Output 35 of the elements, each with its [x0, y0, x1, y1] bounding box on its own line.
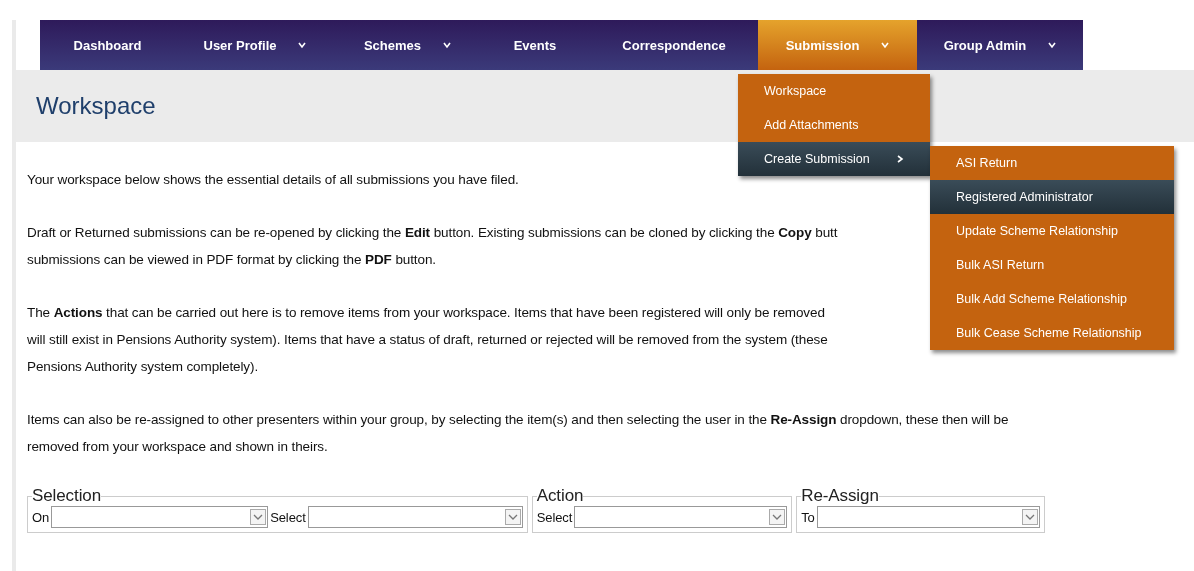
group-legend: Selection	[32, 486, 102, 506]
menu-item[interactable]: ASI Return	[930, 146, 1174, 180]
dropdown-field[interactable]	[816, 506, 1040, 528]
menu-item[interactable]: Workspace	[738, 74, 930, 108]
field-label: To	[801, 509, 815, 525]
field-label: On	[32, 509, 50, 525]
menu-item[interactable]: Add Attachments	[738, 108, 930, 142]
page-title: Workspace	[36, 92, 156, 120]
paragraph-text: Pensions Authority system completely).	[27, 359, 259, 374]
dropdown-field[interactable]	[51, 506, 269, 528]
paragraph-text: will still exist in Pensions Authority system). Items that have a status of draft, returned or rejected will be removed from the system (these	[27, 332, 828, 347]
dropdown-field[interactable]	[574, 506, 788, 528]
menu-item[interactable]: Bulk ASI Return	[930, 248, 1174, 282]
menu-item[interactable]: Bulk Cease Scheme Relationship	[930, 316, 1174, 350]
paragraph-text: Items can also be re-assigned to other presenters within your group, by selecting the item(s) and then selecting the user in the Re-Assign dropdown, these then will be	[27, 412, 1009, 427]
field-label: Select	[536, 509, 573, 525]
dropdown-field[interactable]	[307, 506, 523, 528]
paragraph-text: Draft or Returned submissions can be re-opened by clicking the Edit button. Existing submissions can be cloned by clicking the Copy butt	[27, 225, 838, 240]
menu-item[interactable]: Bulk Add Scheme Relationship	[930, 282, 1174, 316]
nav-tab[interactable]: Events	[480, 20, 590, 70]
paragraph-text: Your workspace below shows the essential details of all submissions you have filed.	[27, 172, 519, 187]
group-legend: Action	[536, 486, 584, 506]
menu-item[interactable]: Update Scheme Relationship	[930, 214, 1174, 248]
nav-tab[interactable]: Correspondence	[590, 20, 758, 70]
nav-tab[interactable]: Dashboard	[40, 20, 175, 70]
nav-tab[interactable]: User Profile	[175, 20, 335, 70]
nav-tab[interactable]: Group Admin	[917, 20, 1083, 70]
menu-item[interactable]: Create Submission	[738, 142, 930, 176]
nav-tab[interactable]: Schemes	[335, 20, 480, 70]
field-label: Select	[270, 509, 306, 525]
paragraph-text: The Actions that can be carried out here is to remove items from your workspace. Items that have been registered will only be removed	[27, 305, 825, 320]
paragraph-text: removed from your workspace and shown in theirs.	[27, 439, 328, 454]
group-legend: Re-Assign	[801, 486, 879, 506]
paragraph-text: submissions can be viewed in PDF format by clicking the PDF button.	[27, 252, 436, 267]
menu-item[interactable]: Registered Administrator	[930, 180, 1174, 214]
